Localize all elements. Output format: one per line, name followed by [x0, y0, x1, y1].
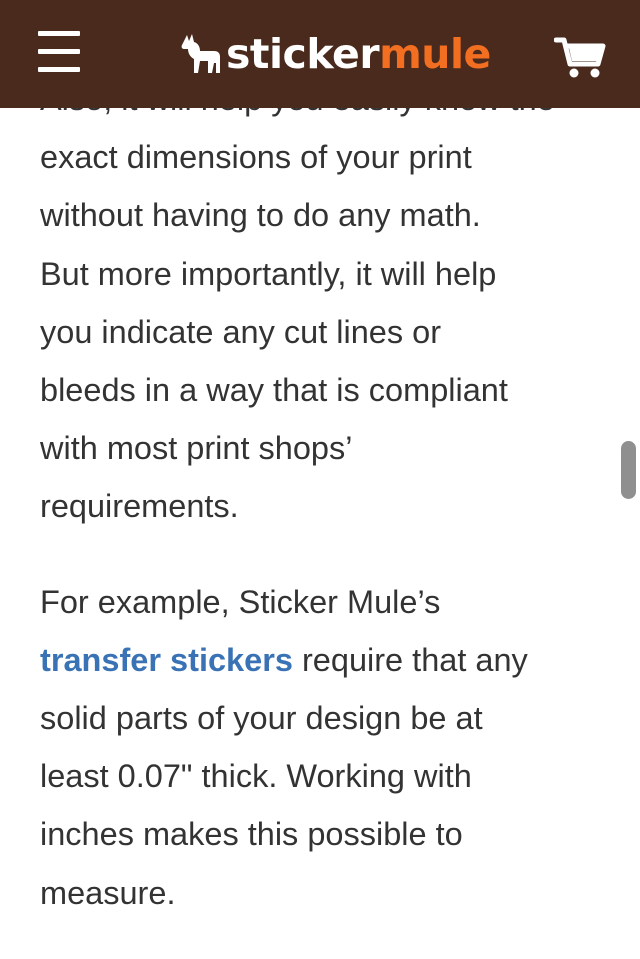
text-line: bleeds in a way that is compliant [40, 372, 508, 409]
article-body: Also, it will help you easily know the e… [40, 70, 600, 922]
hamburger-menu-icon[interactable] [38, 31, 82, 73]
text-line: with most print shops’ [40, 430, 353, 467]
transfer-stickers-link[interactable]: transfer stickers [40, 642, 293, 678]
logo-mule-text: mule [379, 29, 491, 78]
text-line: exact dimensions of your print [40, 139, 472, 176]
text-line: you indicate any cut lines or [40, 313, 442, 350]
text-line: But more importantly, it will help [40, 255, 497, 292]
text-line: requirements. [40, 488, 239, 525]
logo-sticker-text: sticker [226, 29, 380, 78]
text-line: solid parts of your design be at [40, 700, 483, 737]
logo-wordmark: stickermule [226, 33, 491, 75]
article-paragraph: Also, it will help you easily know the e… [40, 70, 600, 536]
shopping-cart-icon[interactable] [553, 34, 606, 80]
text-line: without having to do any math. [40, 197, 481, 234]
text-line: measure. [40, 874, 176, 911]
article-paragraph: For example, Sticker Mule’s transfer sti… [40, 573, 600, 922]
mule-icon [181, 34, 220, 73]
text-line: least 0.07" thick. Working with [40, 758, 472, 795]
scrollbar-thumb[interactable] [621, 441, 636, 499]
text-line: require that any [292, 641, 528, 678]
text-line: For example, Sticker Mule’s [40, 583, 441, 620]
sticker-mule-logo[interactable]: stickermule [178, 26, 491, 82]
top-navigation-bar: stickermule [0, 0, 640, 108]
text-line: inches makes this possible to [40, 816, 463, 853]
